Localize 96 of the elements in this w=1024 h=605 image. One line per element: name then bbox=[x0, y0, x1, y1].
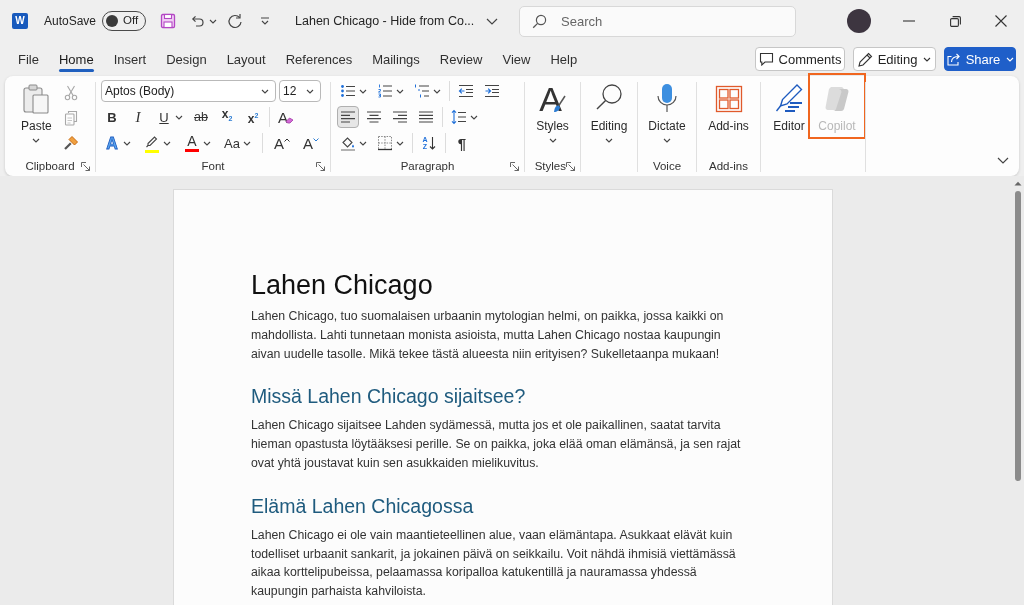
show-marks-button[interactable]: ¶ bbox=[451, 132, 473, 154]
change-case-button[interactable]: Aa bbox=[221, 132, 254, 154]
caret-icon bbox=[306, 88, 314, 94]
dialog-launcher-icon[interactable] bbox=[510, 161, 519, 171]
multilevel-list-icon bbox=[414, 83, 430, 99]
italic-button[interactable]: I bbox=[127, 106, 149, 128]
avatar[interactable] bbox=[847, 9, 871, 33]
comments-button[interactable]: Comments bbox=[755, 47, 845, 71]
clear-formatting-button[interactable]: A bbox=[275, 106, 297, 128]
line-spacing-icon bbox=[451, 109, 467, 125]
group-label: Voice bbox=[652, 160, 682, 172]
body-paragraph: Lahen Chicago, tuo suomalaisen urbaanin mytologian helmi, on paikka, jossa kaikki on mahdollista. Lahti tunnetaan monista asioista, mutta Lahen Chicago nostaa kaupungin aivan uudelle tasolle. Mikä tekee tästä alueesta niin erityisen? Sukelletaanpa mukaan! bbox=[251, 308, 725, 363]
speech-bubble-icon bbox=[758, 52, 774, 66]
group-label: Add-ins bbox=[709, 160, 748, 172]
knob-icon bbox=[106, 15, 119, 27]
font-color-button[interactable]: A bbox=[181, 132, 214, 154]
menu-tab[interactable]: Home bbox=[48, 44, 104, 74]
bulleted-list-icon bbox=[340, 83, 356, 99]
superscript-button[interactable]: x$^{2}$ bbox=[242, 106, 264, 128]
autosave-label: AutoSave bbox=[44, 14, 97, 28]
styles-button[interactable]: A Styles bbox=[532, 82, 573, 143]
menu-tab[interactable]: Mailings bbox=[362, 44, 430, 74]
paste-button[interactable]: Paste bbox=[17, 82, 56, 143]
caret-icon bbox=[261, 88, 269, 94]
caret-down-icon bbox=[313, 137, 320, 142]
align-center-icon bbox=[366, 109, 382, 125]
dialog-launcher-icon[interactable] bbox=[566, 161, 575, 171]
paint-bucket-icon bbox=[340, 135, 356, 151]
undo-icon[interactable] bbox=[189, 13, 206, 29]
down-arrow-icon bbox=[429, 136, 436, 150]
app-logo: W bbox=[12, 13, 28, 29]
group-label: Font bbox=[201, 160, 225, 172]
borders-icon bbox=[377, 135, 393, 151]
caret-icon[interactable] bbox=[209, 18, 218, 24]
dialog-launcher-icon[interactable] bbox=[81, 161, 90, 171]
grid-icon bbox=[713, 83, 744, 115]
justify-icon bbox=[418, 109, 434, 125]
section-heading: Missä Lahen Chicago sijaitsee? bbox=[251, 384, 527, 410]
collapse-ribbon-icon[interactable] bbox=[997, 157, 1009, 164]
editor-button[interactable]: Editor bbox=[770, 82, 808, 133]
bold-button[interactable]: B bbox=[101, 106, 123, 128]
group-label: Paragraph bbox=[400, 160, 455, 172]
share-button[interactable]: Share bbox=[944, 47, 1016, 71]
font-name-dropdown[interactable]: Aptos (Body) bbox=[101, 80, 276, 102]
group-label: Styles bbox=[534, 160, 566, 172]
search-field[interactable]: Search bbox=[519, 5, 796, 37]
pencil-icon bbox=[857, 51, 873, 67]
menu-tab[interactable]: References bbox=[275, 44, 363, 74]
editing-button[interactable]: Editing bbox=[586, 82, 632, 143]
paintbrush-icon bbox=[62, 134, 79, 151]
document-title[interactable]: Lahen Chicago - Hide from Co... bbox=[295, 14, 475, 28]
search-icon bbox=[532, 13, 547, 29]
clipboard-icon bbox=[21, 83, 52, 115]
save-icon[interactable] bbox=[160, 13, 177, 29]
document-heading: Lahen Chicago bbox=[251, 269, 434, 302]
menu-tab[interactable]: Insert bbox=[103, 44, 157, 74]
menu-tab[interactable]: Layout bbox=[216, 44, 276, 74]
menu-tab[interactable]: Help bbox=[540, 44, 588, 74]
numbered-list-icon bbox=[377, 83, 393, 99]
share-icon bbox=[945, 52, 961, 66]
dictate-button[interactable]: Dictate bbox=[644, 82, 690, 143]
menu-tab[interactable]: Design bbox=[156, 44, 217, 74]
redo-icon[interactable] bbox=[227, 13, 244, 29]
scrollbar-thumb[interactable] bbox=[1015, 191, 1021, 481]
strikethrough-button[interactable]: ab bbox=[190, 106, 212, 128]
caret-up-icon bbox=[284, 137, 290, 142]
scissors-icon bbox=[62, 84, 79, 101]
underline-button[interactable]: U bbox=[153, 106, 186, 128]
scroll-up-icon[interactable] bbox=[1014, 181, 1022, 186]
pen-icon bbox=[774, 83, 804, 115]
copy-icon bbox=[62, 109, 79, 126]
group-label: Clipboard bbox=[25, 160, 75, 172]
section-heading: Elämä Lahen Chicagossa bbox=[251, 493, 475, 519]
shrink-font-button[interactable]: A bbox=[300, 132, 323, 154]
editing-mode-button[interactable]: Editing bbox=[853, 47, 936, 71]
menu-tab[interactable]: View bbox=[492, 44, 541, 74]
decrease-indent-icon bbox=[458, 83, 474, 99]
text-effects-button[interactable]: A bbox=[101, 132, 134, 154]
chevron-down-icon[interactable] bbox=[486, 17, 499, 25]
restore-icon[interactable] bbox=[949, 15, 961, 27]
align-left-icon bbox=[340, 109, 356, 125]
close-icon[interactable] bbox=[995, 15, 1007, 27]
body-paragraph: Lahen Chicago ei ole vain maantieteellinen alue, vaan elämäntapa. Asukkaat elävät kuin todelliset urbaanit sankarit, ja jokainen päivä on seikkailu. Voit nähdä ihmisiä viettämässä aikaa korttelipubeissa, pelaamassa koripalloa katukentillä ja nauramassa yhdessä kaupungin parhaista kahviloista. bbox=[251, 526, 737, 601]
add-ins-button[interactable]: Add-ins bbox=[704, 82, 753, 133]
menu-tab[interactable]: Review bbox=[429, 44, 493, 74]
grow-font-button[interactable]: A bbox=[271, 132, 293, 154]
increase-indent-icon bbox=[484, 83, 500, 99]
dialog-launcher-icon[interactable] bbox=[316, 161, 325, 171]
customize-icon[interactable] bbox=[259, 16, 272, 26]
body-paragraph: Lahen Chicago sijaitsee Lahden sydämessä, mutta jos et ole paikallinen, saatat tarvita hieman opastusta löytääksesi perille. Se on paikka, joka elää oman elämänsä, ja sen rajat ovat yhtä joustavat kuin sen asukkaiden mielikuvitus. bbox=[251, 417, 742, 472]
font-size-dropdown[interactable]: 12 bbox=[279, 80, 321, 102]
align-right-icon bbox=[392, 109, 408, 125]
subscript-button[interactable]: x$_{2}$ bbox=[216, 106, 238, 128]
menu-tab[interactable]: File bbox=[8, 44, 49, 74]
highlighter-icon bbox=[144, 133, 160, 149]
align-left-button[interactable] bbox=[337, 106, 359, 128]
